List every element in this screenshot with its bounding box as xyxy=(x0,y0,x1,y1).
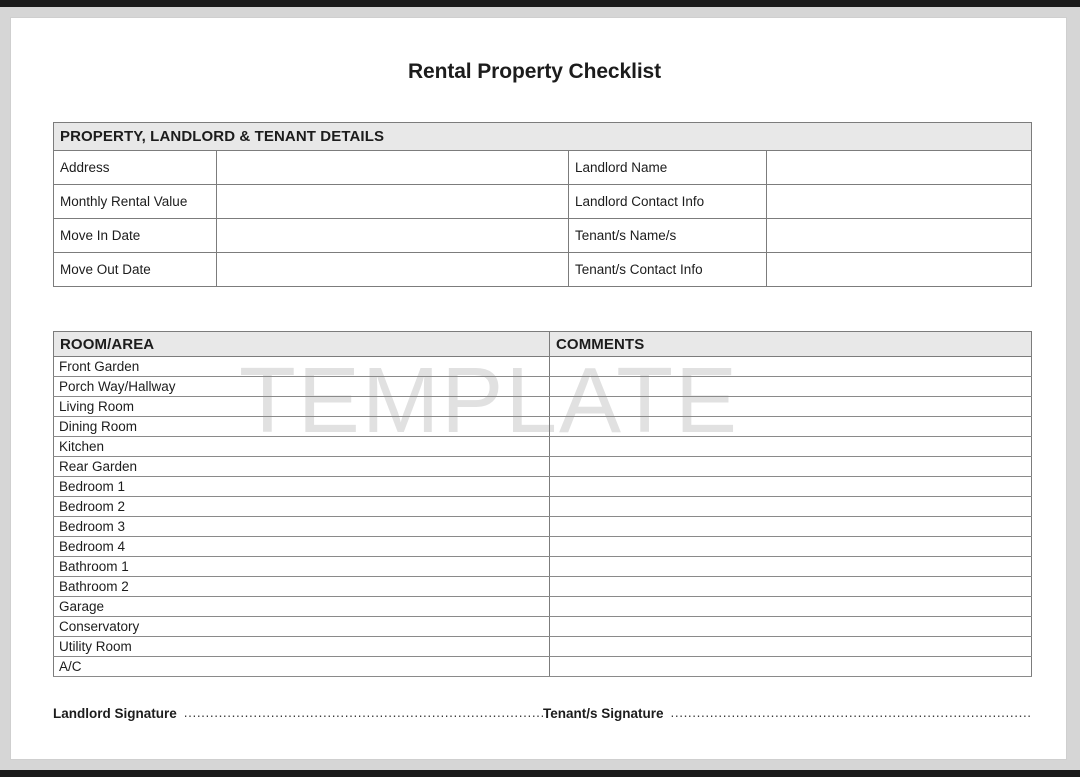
rooms-checklist-table: ROOM/AREA COMMENTS Front Garden Porch Way… xyxy=(53,331,1032,677)
room-comment-field[interactable] xyxy=(549,556,1032,577)
field-label-move-out-date: Move Out Date xyxy=(53,252,217,287)
table-row: Utility Room xyxy=(53,636,1032,657)
room-label: Kitchen xyxy=(53,436,550,457)
room-label: Porch Way/Hallway xyxy=(53,376,550,397)
room-label: Bedroom 3 xyxy=(53,516,550,537)
room-label: Garage xyxy=(53,596,550,617)
field-value-tenant-contact-info[interactable] xyxy=(766,252,1032,287)
room-comment-field[interactable] xyxy=(549,376,1032,397)
table-row: Bathroom 2 xyxy=(53,576,1032,597)
tenant-signature-block: Tenant/s Signature .....................… xyxy=(543,706,1031,730)
page-title: Rental Property Checklist xyxy=(407,60,662,83)
field-label-tenant-contact-info: Tenant/s Contact Info xyxy=(568,252,767,287)
room-label: Utility Room xyxy=(53,636,550,657)
field-value-landlord-name[interactable] xyxy=(766,150,1032,185)
table-row: Address Landlord Name xyxy=(53,150,1032,185)
table-row: Porch Way/Hallway xyxy=(53,376,1032,397)
details-table: PROPERTY, LANDLORD & TENANT DETAILS Addr… xyxy=(53,122,1032,287)
table-row: Move In Date Tenant/s Name/s xyxy=(53,218,1032,253)
table-row: Dining Room xyxy=(53,416,1032,437)
field-value-move-out-date[interactable] xyxy=(216,252,569,287)
room-label: Bathroom 2 xyxy=(53,576,550,597)
room-comment-field[interactable] xyxy=(549,516,1032,537)
room-comment-field[interactable] xyxy=(549,416,1032,437)
details-section-header: PROPERTY, LANDLORD & TENANT DETAILS xyxy=(53,122,1032,151)
room-label: Bedroom 2 xyxy=(53,496,550,517)
room-comment-field[interactable] xyxy=(549,636,1032,657)
field-label-address: Address xyxy=(53,150,217,185)
screenshot-viewport: Rental Property Checklist TEMPLATE PROPE… xyxy=(0,0,1080,777)
room-comment-field[interactable] xyxy=(549,576,1032,597)
tenant-signature-label: Tenant/s Signature xyxy=(543,706,664,721)
room-comment-field[interactable] xyxy=(549,356,1032,377)
table-row: Monthly Rental Value Landlord Contact In… xyxy=(53,184,1032,219)
table-row: Bathroom 1 xyxy=(53,556,1032,577)
table-row: Bedroom 1 xyxy=(53,476,1032,497)
room-comment-field[interactable] xyxy=(549,456,1032,477)
field-label-move-in-date: Move In Date xyxy=(53,218,217,253)
room-label: Dining Room xyxy=(53,416,550,437)
room-label: Bedroom 1 xyxy=(53,476,550,497)
table-row: Conservatory xyxy=(53,616,1032,637)
room-label: Bathroom 1 xyxy=(53,556,550,577)
field-label-landlord-contact-info: Landlord Contact Info xyxy=(568,184,767,219)
rooms-header-row: ROOM/AREA COMMENTS xyxy=(53,331,1032,357)
column-header-room-area: ROOM/AREA xyxy=(53,331,550,357)
table-row: Front Garden xyxy=(53,356,1032,377)
table-row: Garage xyxy=(53,596,1032,617)
landlord-signature-label: Landlord Signature xyxy=(53,706,177,721)
room-comment-field[interactable] xyxy=(549,536,1032,557)
room-comment-field[interactable] xyxy=(549,396,1032,417)
room-label: Rear Garden xyxy=(53,456,550,477)
room-comment-field[interactable] xyxy=(549,656,1032,677)
table-row: Living Room xyxy=(53,396,1032,417)
table-row: Bedroom 4 xyxy=(53,536,1032,557)
field-value-monthly-rental-value[interactable] xyxy=(216,184,569,219)
field-value-move-in-date[interactable] xyxy=(216,218,569,253)
room-comment-field[interactable] xyxy=(549,436,1032,457)
signature-row: Landlord Signature .....................… xyxy=(53,706,1031,730)
field-value-landlord-contact-info[interactable] xyxy=(766,184,1032,219)
room-comment-field[interactable] xyxy=(549,496,1032,517)
room-comment-field[interactable] xyxy=(549,616,1032,637)
room-label: A/C xyxy=(53,656,550,677)
field-value-tenant-names[interactable] xyxy=(766,218,1032,253)
document-page: Rental Property Checklist TEMPLATE PROPE… xyxy=(10,17,1067,760)
room-comment-field[interactable] xyxy=(549,476,1032,497)
landlord-signature-block: Landlord Signature .....................… xyxy=(53,706,543,730)
field-label-monthly-rental-value: Monthly Rental Value xyxy=(53,184,217,219)
table-row: Move Out Date Tenant/s Contact Info xyxy=(53,252,1032,287)
field-label-tenant-names: Tenant/s Name/s xyxy=(568,218,767,253)
tenant-signature-line[interactable]: ........................................… xyxy=(671,706,1031,720)
room-comment-field[interactable] xyxy=(549,596,1032,617)
table-row: A/C xyxy=(53,656,1032,677)
table-row: Rear Garden xyxy=(53,456,1032,477)
room-label: Living Room xyxy=(53,396,550,417)
table-row: Kitchen xyxy=(53,436,1032,457)
table-row: Bedroom 2 xyxy=(53,496,1032,517)
details-section-header-row: PROPERTY, LANDLORD & TENANT DETAILS xyxy=(53,122,1032,151)
table-row: Bedroom 3 xyxy=(53,516,1032,537)
field-value-address[interactable] xyxy=(216,150,569,185)
room-label: Conservatory xyxy=(53,616,550,637)
room-label: Front Garden xyxy=(53,356,550,377)
landlord-signature-line[interactable]: ........................................… xyxy=(184,706,543,720)
field-label-landlord-name: Landlord Name xyxy=(568,150,767,185)
column-header-comments: COMMENTS xyxy=(549,331,1032,357)
room-label: Bedroom 4 xyxy=(53,536,550,557)
